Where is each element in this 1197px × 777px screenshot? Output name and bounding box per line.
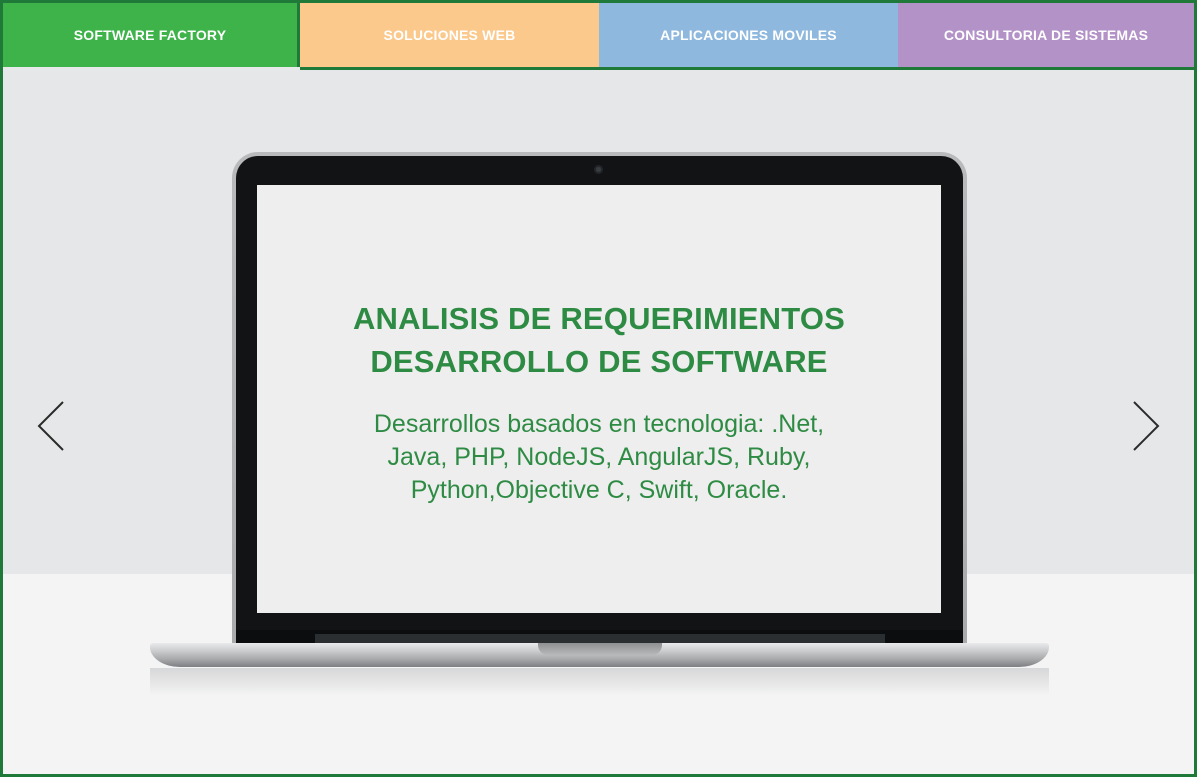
slide-headline: ANALISIS DE REQUERIMIENTOS DESARROLLO DE…: [257, 297, 941, 383]
headline-line-1: ANALISIS DE REQUERIMIENTOS: [352, 301, 846, 336]
headline-line-2: DESARROLLO DE SOFTWARE: [370, 344, 828, 379]
prev-slide-button[interactable]: [36, 400, 66, 452]
tab-aplicaciones-moviles[interactable]: APLICACIONES MOVILES: [599, 3, 898, 67]
description-line-1: Desarrollos basados en tecnologia: .Net,: [373, 410, 825, 438]
page-frame: SOFTWARE FACTORY SOLUCIONES WEB APLICACI…: [0, 0, 1197, 777]
tab-consultoria-de-sistemas[interactable]: CONSULTORIA DE SISTEMAS: [898, 3, 1194, 67]
description-line-2: Java, PHP, NodeJS, AngularJS, Ruby,: [387, 443, 811, 471]
next-slide-button[interactable]: [1131, 400, 1161, 452]
slider: ANALISIS DE REQUERIMIENTOS DESARROLLO DE…: [3, 70, 1194, 774]
camera-icon: [594, 165, 603, 174]
slide-description: Desarrollos basados en tecnologia: .Net,…: [327, 408, 871, 507]
chevron-right-icon: [1133, 401, 1160, 451]
tab-soluciones-web[interactable]: SOLUCIONES WEB: [300, 3, 599, 67]
tab-software-factory[interactable]: SOFTWARE FACTORY: [3, 3, 300, 67]
chevron-left-icon: [37, 401, 64, 451]
description-line-3: Python,Objective C, Swift, Oracle.: [410, 476, 788, 504]
laptop-notch: [538, 643, 662, 655]
top-nav: SOFTWARE FACTORY SOLUCIONES WEB APLICACI…: [3, 3, 1194, 67]
laptop-reflection: [150, 668, 1049, 696]
laptop-screen: [257, 185, 941, 613]
